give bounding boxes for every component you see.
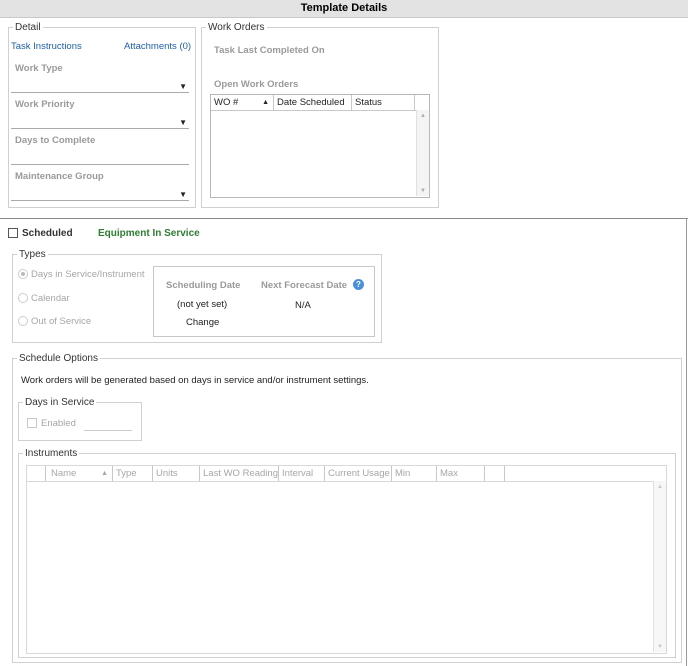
work-type-dropdown[interactable]: ▼ [11,80,189,93]
scroll-up-icon[interactable]: ▲ [654,484,666,490]
days-to-complete-input[interactable] [11,152,189,165]
instruments-grid[interactable]: Name ▲ Type Units Last WO Reading Interv… [26,465,667,654]
enabled-label: Enabled [41,418,76,429]
days-in-service-input[interactable] [84,418,132,431]
work-orders-legend: Work Orders [208,22,265,33]
radio-out-of-service[interactable] [18,316,28,326]
work-priority-dropdown[interactable]: ▼ [11,116,189,129]
radio-days-in-service-label: Days in Service/Instrument [31,269,145,280]
column-header-units[interactable]: Units [153,466,200,481]
column-header-row-selector [27,466,46,481]
next-forecast-date-label: Next Forecast Date [261,280,348,291]
column-header-status[interactable]: Status [352,95,415,110]
instruments-legend: Instruments [25,448,78,459]
change-button[interactable]: Change [186,317,219,328]
radio-out-of-service-label: Out of Service [31,316,92,327]
question-circle-icon[interactable]: ? [353,279,364,290]
column-header-last-wo-reading[interactable]: Last WO Reading [200,466,279,481]
radio-calendar-label: Calendar [31,293,70,304]
sort-ascending-icon: ▲ [101,470,108,477]
attachments-link[interactable]: Attachments (0) [124,41,191,52]
maintenance-group-label: Maintenance Group [15,171,104,182]
maintenance-group-dropdown[interactable]: ▼ [11,188,189,201]
instruments-grid-header: Name ▲ Type Units Last WO Reading Interv… [27,466,666,482]
instruments-scrollbar[interactable]: ▲ ▼ [653,481,666,652]
scheduled-checkbox[interactable] [8,228,18,238]
chevron-down-icon: ▼ [179,82,187,91]
work-orders-grid-header: WO # ▲ Date Scheduled Status [211,95,429,111]
column-header-wo-number[interactable]: WO # ▲ [211,95,274,110]
work-orders-grid[interactable]: WO # ▲ Date Scheduled Status ▲ ▼ [210,94,430,198]
work-orders-scrollbar[interactable]: ▲ ▼ [416,110,429,196]
scroll-up-icon[interactable]: ▲ [417,113,429,119]
page-title: Template Details [300,2,388,14]
column-header-min[interactable]: Min [392,466,437,481]
days-in-service-legend: Days in Service [25,397,95,408]
column-header-date-scheduled[interactable]: Date Scheduled [274,95,352,110]
radio-calendar[interactable] [18,293,28,303]
chevron-down-icon: ▼ [179,118,187,127]
enabled-checkbox[interactable] [27,418,37,428]
detail-legend: Detail [15,22,41,33]
chevron-down-icon: ▼ [179,190,187,199]
section-divider [0,218,688,219]
title-bar: Template Details [0,0,688,18]
days-to-complete-label: Days to Complete [15,135,96,146]
scheduled-label: Scheduled [22,228,73,239]
scheduling-date-label: Scheduling Date [166,280,241,291]
open-work-orders-label: Open Work Orders [214,79,299,90]
task-instructions-link[interactable]: Task Instructions [11,41,82,52]
work-type-label: Work Type [15,63,63,74]
window-right-edge [686,218,687,666]
scheduling-date-value: (not yet set) [177,299,228,310]
column-header-current-usage[interactable]: Current Usage [325,466,392,481]
column-header-interval[interactable]: Interval [279,466,325,481]
sort-ascending-icon: ▲ [262,99,269,106]
column-header-type[interactable]: Type [113,466,153,481]
equipment-status-label: Equipment In Service [98,228,200,239]
types-legend: Types [19,249,46,260]
schedule-options-legend: Schedule Options [19,353,98,364]
scroll-down-icon[interactable]: ▼ [417,188,429,194]
next-forecast-date-value: N/A [295,300,311,311]
radio-days-in-service[interactable] [18,269,28,279]
column-header-name[interactable]: Name ▲ [46,466,113,481]
task-last-completed-label: Task Last Completed On [214,45,325,56]
work-priority-label: Work Priority [15,99,75,110]
schedule-options-description: Work orders will be generated based on d… [21,375,369,386]
scroll-down-icon[interactable]: ▼ [654,644,666,650]
column-header-extra [485,466,505,481]
column-header-max[interactable]: Max [437,466,485,481]
